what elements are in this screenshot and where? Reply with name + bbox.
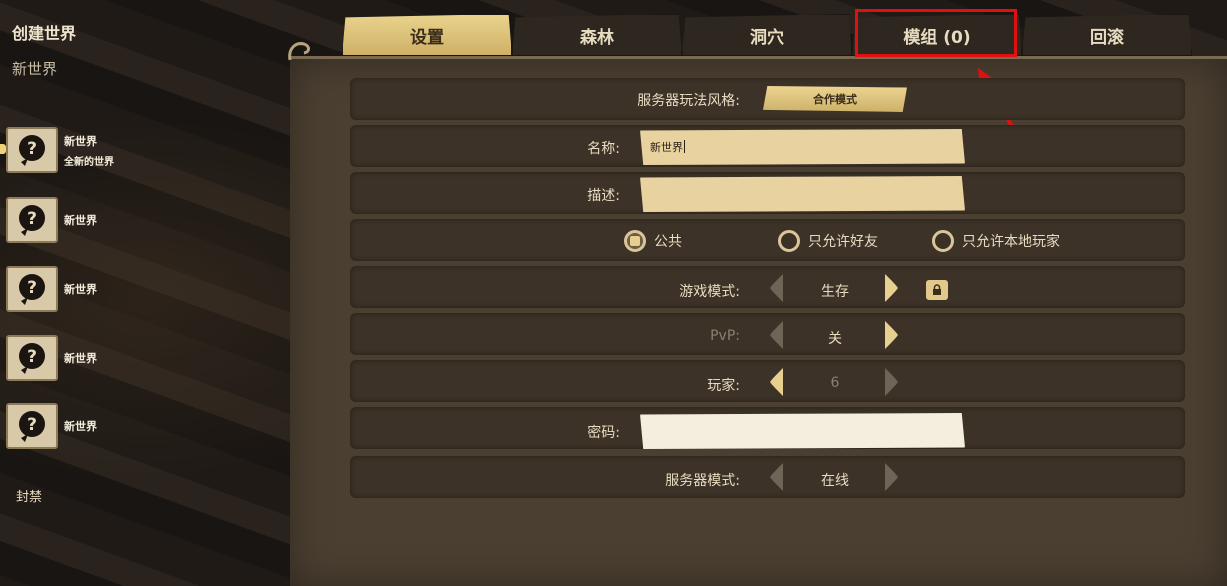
pvp-next-arrow-icon[interactable] [884, 320, 900, 350]
radio-friends-only[interactable]: 只允许好友 [778, 230, 878, 252]
password-input[interactable] [640, 413, 965, 449]
radio-local-only[interactable]: 只允许本地玩家 [932, 230, 1060, 252]
annotation-highlight-box [855, 9, 1017, 57]
game-mode-prev-arrow-icon[interactable] [768, 273, 784, 303]
players-next-arrow-icon[interactable] [884, 367, 900, 397]
unknown-character-icon: ? [6, 127, 58, 173]
world-slot-name: 新世界 [64, 214, 97, 227]
server-mode-prev-arrow-icon[interactable] [768, 462, 784, 492]
server-mode-label: 服务器模式: [665, 473, 740, 489]
unknown-character-icon: ? [6, 266, 58, 312]
description-label: 描述: [587, 188, 620, 204]
lock-icon[interactable] [926, 280, 948, 300]
server-mode-value: 在线 [821, 473, 849, 489]
password-label: 密码: [587, 425, 620, 441]
radio-indicator [932, 230, 954, 252]
svg-text:?: ? [27, 347, 37, 367]
world-slot-4[interactable]: ? 新世界 [6, 334, 246, 382]
sidebar-title: 创建世界 [12, 24, 77, 43]
tab-caves[interactable]: 洞穴 [682, 14, 852, 56]
game-mode-value: 生存 [821, 284, 849, 300]
tab-bar: 设置 森林 洞穴 模组 (0) 回滚 [342, 14, 1192, 56]
tab-settings[interactable]: 设置 [342, 14, 512, 56]
svg-text:?: ? [27, 415, 37, 435]
ban-list-button[interactable]: 封禁 [16, 486, 42, 505]
server-style-label: 服务器玩法风格: [637, 93, 740, 109]
world-slot-name: 新世界 [64, 283, 97, 296]
players-prev-arrow-icon[interactable] [768, 367, 784, 397]
players-label: 玩家: [707, 378, 740, 394]
radio-friends-label: 只允许好友 [808, 234, 878, 250]
tab-rollback[interactable]: 回滚 [1022, 14, 1192, 56]
server-mode-next-arrow-icon[interactable] [884, 462, 900, 492]
radio-public[interactable]: 公共 [624, 230, 682, 252]
world-slot-5[interactable]: ? 新世界 [6, 402, 246, 450]
name-input-value: 新世界 [650, 141, 683, 154]
world-sidebar: 创建世界 新世界 ? 新世界 全新的世界 ? 新世界 ? 新世界 ? 新世界 ?… [0, 0, 290, 586]
selected-marker [0, 144, 6, 154]
game-mode-next-arrow-icon[interactable] [884, 273, 900, 303]
name-label: 名称: [587, 141, 620, 157]
world-slot-name: 新世界 [64, 352, 97, 365]
text-caret [684, 140, 685, 153]
radio-indicator [624, 230, 646, 252]
pvp-value: 关 [828, 331, 842, 347]
radio-public-label: 公共 [654, 234, 682, 250]
svg-text:?: ? [27, 209, 37, 229]
world-slot-name: 新世界 [64, 134, 97, 148]
radio-local-label: 只允许本地玩家 [962, 234, 1060, 250]
server-style-button[interactable]: 合作模式 [763, 86, 907, 112]
game-mode-label: 游戏模式: [679, 284, 740, 300]
unknown-character-icon: ? [6, 197, 58, 243]
world-slot-desc: 全新的世界 [64, 156, 114, 168]
tab-forest[interactable]: 森林 [512, 14, 682, 56]
players-value: 6 [830, 375, 840, 391]
unknown-character-icon: ? [6, 403, 58, 449]
sidebar-subtitle: 新世界 [12, 60, 58, 78]
pvp-prev-arrow-icon[interactable] [768, 320, 784, 350]
unknown-character-icon: ? [6, 335, 58, 381]
svg-text:?: ? [27, 278, 37, 298]
name-input[interactable]: 新世界 [640, 129, 965, 165]
world-slot-name: 新世界 [64, 420, 97, 433]
svg-text:?: ? [27, 139, 37, 159]
radio-indicator [778, 230, 800, 252]
description-input[interactable] [640, 176, 965, 212]
world-slot-1[interactable]: ? 新世界 全新的世界 [0, 126, 246, 174]
pvp-label: PvP: [710, 328, 740, 344]
world-slot-2[interactable]: ? 新世界 [6, 196, 246, 244]
world-slot-3[interactable]: ? 新世界 [6, 265, 246, 313]
panel-corner-ornament [288, 42, 310, 61]
